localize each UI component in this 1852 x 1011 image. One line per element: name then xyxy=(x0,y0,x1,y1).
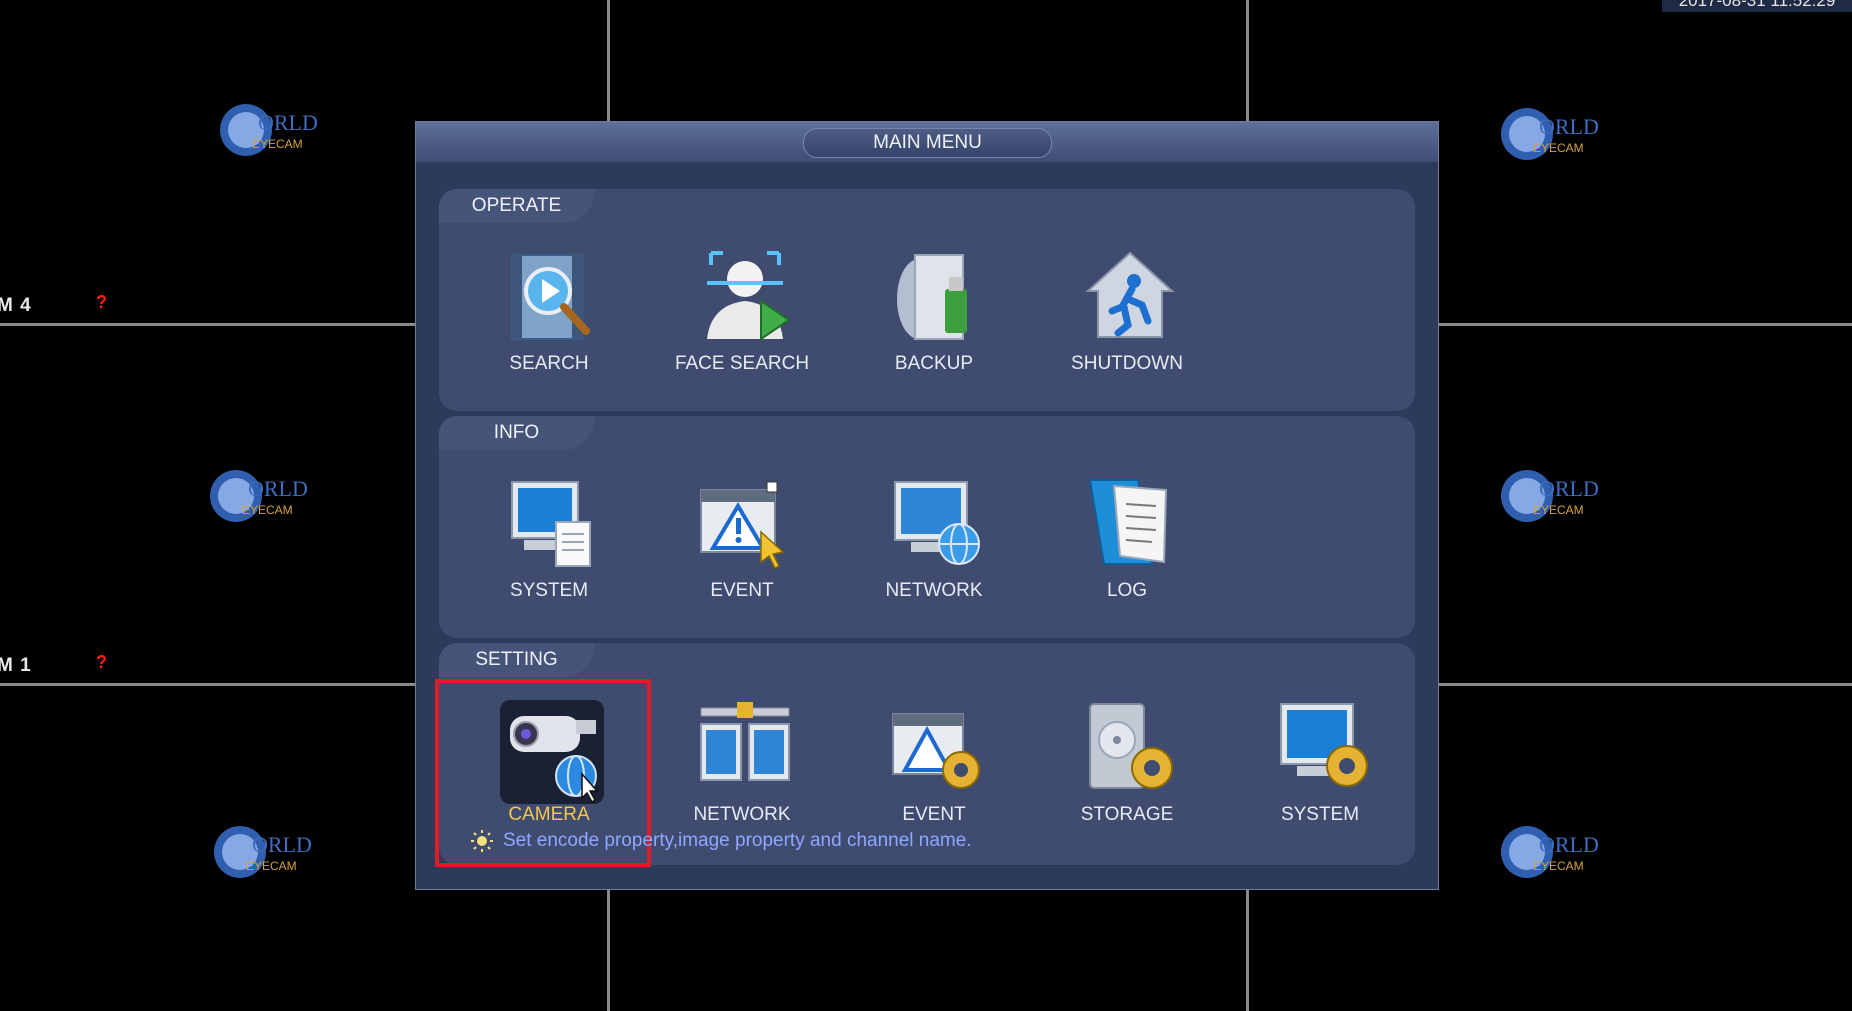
menu-item-search[interactable]: SEARCH xyxy=(474,249,624,399)
datetime-display: 2017-08-31 11:52:29 xyxy=(1662,0,1852,12)
menu-item-label: LOG xyxy=(1106,580,1148,601)
menu-item-label: SYSTEM xyxy=(509,580,589,601)
menu-item-setting-network[interactable]: NETWORK xyxy=(667,700,817,850)
svg-text:ORLD: ORLD xyxy=(1539,832,1599,857)
menu-item-label: SHUTDOWN xyxy=(1071,353,1183,374)
brand-logo: ORLD EYECAM xyxy=(1501,108,1599,160)
main-menu-window: MAIN MENU OPERATE SEARCH FACE SEARCH BAC… xyxy=(415,121,1439,890)
menu-item-backup[interactable]: BACKUP xyxy=(859,249,1009,399)
section-title-info: INFO xyxy=(439,416,594,450)
menu-item-shutdown[interactable]: SHUTDOWN xyxy=(1052,249,1202,399)
brand-logo: ORLD EYECAM xyxy=(214,826,312,878)
svg-text:EYECAM: EYECAM xyxy=(246,859,297,873)
warning-gear-icon xyxy=(892,713,980,789)
camera-label-4: M 4 xyxy=(0,295,32,316)
menu-item-info-system[interactable]: SYSTEM xyxy=(474,476,624,626)
menu-item-label: EVENT xyxy=(710,580,774,601)
section-info: INFO SYSTEM EVENT NETWORK LOG xyxy=(439,416,1415,638)
section-title-operate: OPERATE xyxy=(439,189,594,223)
log-book-icon xyxy=(1088,479,1168,565)
shutdown-house-icon xyxy=(1085,251,1175,338)
svg-text:EYECAM: EYECAM xyxy=(242,503,293,517)
section-operate: OPERATE SEARCH FACE SEARCH BACKUP SHUTDO… xyxy=(439,189,1415,411)
monitor-doc-icon xyxy=(511,481,591,567)
network-monitors-icon xyxy=(700,702,790,781)
camera-label-1: M 1 xyxy=(0,655,32,676)
menu-item-setting-event[interactable]: EVENT xyxy=(859,700,1009,850)
svg-text:ORLD: ORLD xyxy=(1539,114,1599,139)
hdd-gear-icon xyxy=(1089,703,1173,789)
menu-item-label: SEARCH xyxy=(509,353,589,374)
usb-backup-icon xyxy=(897,254,967,340)
menu-item-label: SYSTEM xyxy=(1280,804,1360,825)
menu-item-label: NETWORK xyxy=(693,804,791,825)
monitor-gear-icon xyxy=(1280,703,1368,787)
monitor-globe-icon xyxy=(894,481,980,565)
menu-item-label: CAMERA xyxy=(508,804,590,825)
menu-item-info-event[interactable]: EVENT xyxy=(667,476,817,626)
camera-status-icon-1: ? xyxy=(96,652,107,672)
menu-item-face-search[interactable]: FACE SEARCH xyxy=(667,249,817,399)
menu-item-label: FACE SEARCH xyxy=(674,353,810,374)
menu-item-info-network[interactable]: NETWORK xyxy=(859,476,1009,626)
menu-item-storage[interactable]: STORAGE xyxy=(1052,700,1202,850)
svg-text:EYECAM: EYECAM xyxy=(1533,141,1584,155)
menu-item-log[interactable]: LOG xyxy=(1052,476,1202,626)
svg-text:ORLD: ORLD xyxy=(258,110,318,135)
face-search-icon xyxy=(707,251,791,341)
menu-item-setting-system[interactable]: SYSTEM xyxy=(1245,700,1395,850)
svg-text:ORLD: ORLD xyxy=(248,476,308,501)
menu-item-label: NETWORK xyxy=(885,580,983,601)
menu-item-label: BACKUP xyxy=(894,353,974,374)
status-hint-text: Set encode property,image property and c… xyxy=(503,830,972,851)
brand-logo: ORLD EYECAM xyxy=(1501,826,1599,878)
camera-status-icon-4: ? xyxy=(96,292,107,312)
menu-title: MAIN MENU xyxy=(803,128,1052,158)
svg-text:EYECAM: EYECAM xyxy=(1533,503,1584,517)
menu-item-label: STORAGE xyxy=(1080,804,1174,825)
menu-item-label: EVENT xyxy=(902,804,966,825)
svg-text:EYECAM: EYECAM xyxy=(1533,859,1584,873)
brand-logo: ORLD EYECAM xyxy=(220,104,318,156)
menu-item-camera[interactable]: CAMERA xyxy=(474,700,624,850)
svg-text:ORLD: ORLD xyxy=(1539,476,1599,501)
section-title-setting: SETTING xyxy=(439,643,594,677)
lightbulb-icon xyxy=(471,830,493,852)
camera-globe-icon xyxy=(500,700,604,804)
brand-logo: ORLD EYECAM xyxy=(210,470,308,522)
svg-text:ORLD: ORLD xyxy=(252,832,312,857)
warning-window-icon xyxy=(700,481,785,570)
video-search-icon xyxy=(511,254,590,340)
brand-logo: ORLD EYECAM xyxy=(1501,470,1599,522)
svg-text:EYECAM: EYECAM xyxy=(252,137,303,151)
